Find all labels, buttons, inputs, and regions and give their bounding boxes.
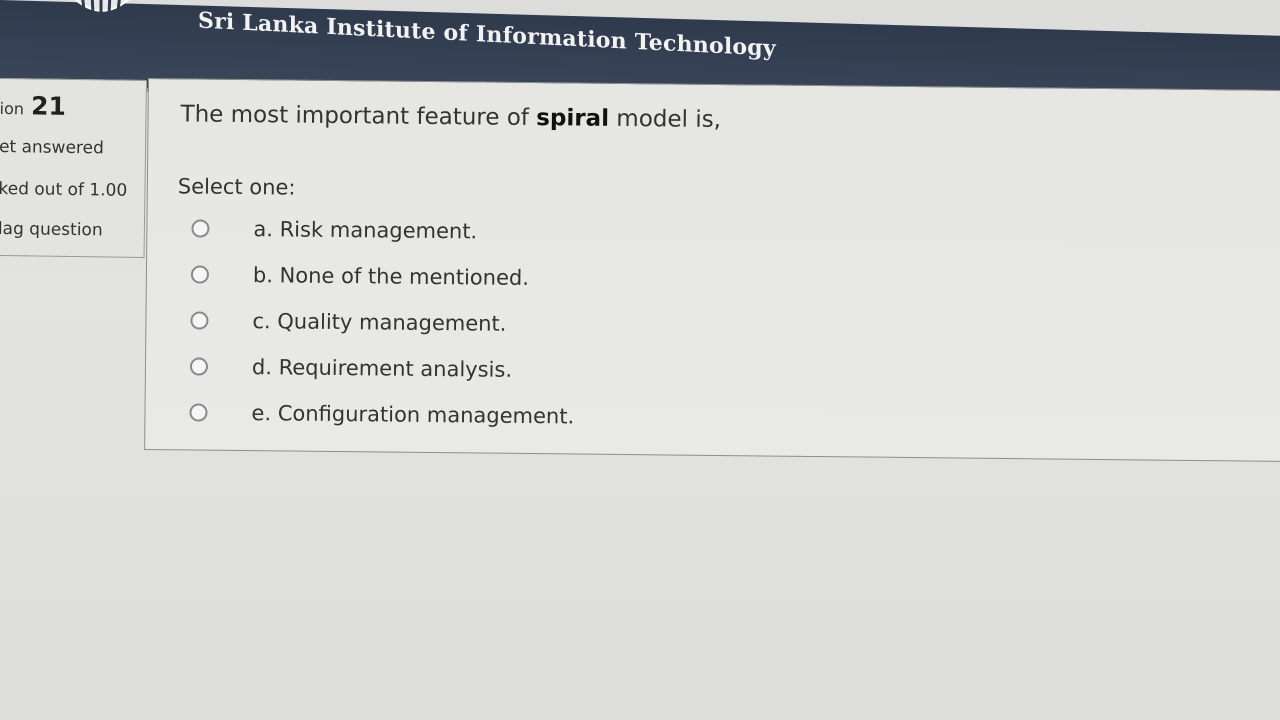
question-info-panel: ion 21 et answered ked out of 1.00 lag q… <box>0 78 147 259</box>
radio-button-icon[interactable] <box>190 311 209 330</box>
radio-button-icon[interactable] <box>191 219 210 238</box>
answer-option-label[interactable]: a. Risk management. <box>253 217 477 243</box>
question-text: The most important feature of spiral mod… <box>180 101 721 133</box>
question-number-value: 21 <box>30 91 67 121</box>
answer-option-label[interactable]: d. Requirement analysis. <box>252 355 512 382</box>
radio-button-icon[interactable] <box>190 265 210 284</box>
question-text-end: model is, <box>608 105 722 134</box>
answer-option-a[interactable]: a. Risk management. <box>191 213 477 246</box>
question-status: et answered <box>0 136 104 159</box>
answer-option-label[interactable]: e. Configuration management. <box>251 401 574 428</box>
answer-option-b[interactable]: b. None of the mentioned. <box>190 259 529 293</box>
radio-button-icon[interactable] <box>189 403 208 422</box>
answer-option-e[interactable]: e. Configuration management. <box>189 397 574 431</box>
sliit-logo-icon <box>63 0 139 16</box>
question-number-prefix: ion <box>0 98 25 119</box>
question-marks: ked out of 1.00 <box>0 178 128 201</box>
answer-option-label[interactable]: b. None of the mentioned. <box>253 263 529 290</box>
question-number: ion 21 <box>0 91 67 121</box>
institution-name: Sri Lanka Institute of Information Techn… <box>198 7 776 62</box>
answer-option-d[interactable]: d. Requirement analysis. <box>189 351 512 384</box>
question-text-start: The most important feature of <box>180 101 537 132</box>
select-one-prompt: Select one: <box>177 174 296 200</box>
answer-option-c[interactable]: c. Quality management. <box>190 305 507 338</box>
flag-question-link[interactable]: lag question <box>0 219 103 240</box>
question-content-panel: The most important feature of spiral mod… <box>144 78 1280 463</box>
radio-button-icon[interactable] <box>189 357 209 376</box>
question-text-emphasis: spiral <box>536 105 610 132</box>
answer-option-label[interactable]: c. Quality management. <box>252 309 506 336</box>
